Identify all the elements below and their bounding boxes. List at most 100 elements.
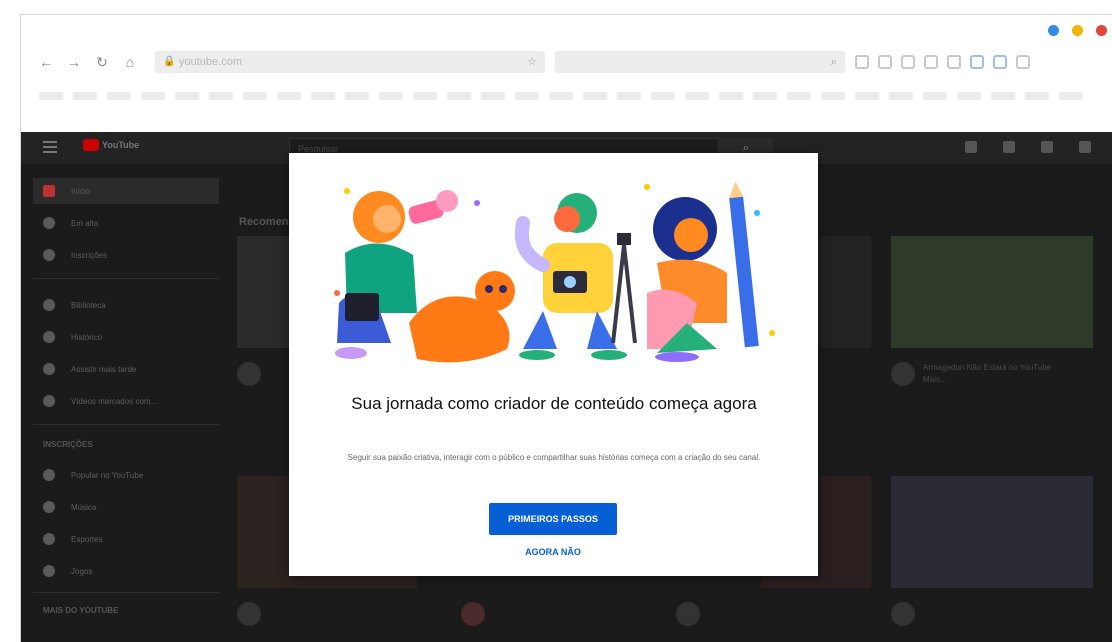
youtube-logo[interactable]: YouTube <box>83 139 139 151</box>
video-title-placeholder[interactable] <box>493 602 633 626</box>
create-video-icon[interactable] <box>965 141 977 153</box>
minimize-dot[interactable] <box>1048 25 1059 36</box>
channel-avatar[interactable] <box>237 602 261 626</box>
sidebar-item-label: Assistir mais tarde <box>71 364 137 374</box>
channel-avatar[interactable] <box>237 362 261 386</box>
bookmark-item[interactable] <box>311 92 335 100</box>
bookmark-item[interactable] <box>991 92 1015 100</box>
library-icon <box>43 299 55 311</box>
sidebar-item-label: Em alta <box>71 218 99 228</box>
sidebar-sub-music[interactable]: Música <box>33 494 219 520</box>
sidebar-item-label: Popular no YouTube <box>71 470 144 480</box>
sidebar-item-subscriptions[interactable]: Inscrições <box>33 242 219 268</box>
bookmark-item[interactable] <box>923 92 947 100</box>
not-now-link[interactable]: AGORA NÃO <box>489 547 617 557</box>
bookmark-item[interactable] <box>583 92 607 100</box>
video-meta: Armagedon Não Estará no YouTube Mais... <box>891 362 1063 386</box>
sidebar-item-home[interactable]: Início <box>33 178 219 204</box>
bookmark-item[interactable] <box>175 92 199 100</box>
notifications-icon[interactable] <box>1041 141 1053 153</box>
bookmark-item[interactable] <box>107 92 131 100</box>
video-title-placeholder[interactable] <box>269 602 409 626</box>
bookmark-item[interactable] <box>345 92 369 100</box>
sidebar-item-history[interactable]: Histórico <box>33 324 219 350</box>
home-icon <box>43 185 55 197</box>
star-icon[interactable]: ☆ <box>527 51 537 73</box>
bookmark-item[interactable] <box>481 92 505 100</box>
extension-icon[interactable] <box>924 55 938 69</box>
close-dot[interactable] <box>1096 25 1107 36</box>
bookmark-item[interactable] <box>651 92 675 100</box>
forward-icon[interactable]: → <box>63 51 85 73</box>
channel-avatar[interactable] <box>461 602 485 626</box>
hamburger-menu-icon[interactable] <box>43 141 57 153</box>
bookmark-item[interactable] <box>821 92 845 100</box>
extension-icon[interactable] <box>901 55 915 69</box>
subscriptions-icon <box>43 249 55 261</box>
sidebar-item-label: Esportes <box>71 534 103 544</box>
sidebar-item-library[interactable]: Biblioteca <box>33 292 219 318</box>
video-title[interactable]: Armagedon Não Estará no YouTube Mais... <box>923 362 1063 386</box>
bookmarks-bar <box>21 83 1112 109</box>
bookmark-item[interactable] <box>1025 92 1049 100</box>
sidebar-item-label: Biblioteca <box>71 300 106 310</box>
bookmark-item[interactable] <box>855 92 879 100</box>
bookmark-item[interactable] <box>209 92 233 100</box>
video-title-placeholder[interactable] <box>708 602 848 626</box>
sidebar-item-watch-later[interactable]: Assistir mais tarde <box>33 356 219 382</box>
extension-icon[interactable] <box>993 55 1007 69</box>
bookmark-item[interactable] <box>1059 92 1083 100</box>
bookmark-item[interactable] <box>141 92 165 100</box>
extension-icon[interactable] <box>855 55 869 69</box>
bookmark-item[interactable] <box>549 92 573 100</box>
avatar[interactable] <box>1079 141 1091 153</box>
extension-icon[interactable] <box>947 55 961 69</box>
youtube-logo-icon <box>83 139 99 151</box>
maximize-dot[interactable] <box>1072 25 1083 36</box>
bookmark-item[interactable] <box>685 92 709 100</box>
bookmark-item[interactable] <box>447 92 471 100</box>
extension-icon[interactable] <box>970 55 984 69</box>
video-thumbnail[interactable] <box>891 476 1093 588</box>
sidebar-sub-gaming[interactable]: Jogos <box>33 558 219 584</box>
bookmark-item[interactable] <box>39 92 63 100</box>
back-icon[interactable]: ← <box>35 51 57 73</box>
bookmark-item[interactable] <box>277 92 301 100</box>
sidebar-sub-popular[interactable]: Popular no YouTube <box>33 462 219 488</box>
extension-icon[interactable] <box>878 55 892 69</box>
video-thumbnail[interactable] <box>891 236 1093 348</box>
sidebar-item-trending[interactable]: Em alta <box>33 210 219 236</box>
sidebar-item-label: Jogos <box>71 566 93 576</box>
sidebar-divider <box>33 424 219 425</box>
reload-icon[interactable]: ↻ <box>91 51 113 73</box>
menu-icon[interactable] <box>1016 55 1030 69</box>
sidebar-divider <box>33 278 219 279</box>
trending-icon <box>43 217 55 229</box>
channel-avatar[interactable] <box>891 602 915 626</box>
bookmark-item[interactable] <box>243 92 267 100</box>
bookmark-item[interactable] <box>787 92 811 100</box>
video-title-placeholder[interactable] <box>923 602 1063 626</box>
bookmark-item[interactable] <box>889 92 913 100</box>
bookmark-item[interactable] <box>753 92 777 100</box>
bookmark-item[interactable] <box>515 92 539 100</box>
bookmark-item[interactable] <box>413 92 437 100</box>
browser-search-bar[interactable]: ⌕ <box>555 51 845 73</box>
channel-avatar[interactable] <box>676 602 700 626</box>
youtube-sidebar: Início Em alta Inscrições Biblioteca His… <box>21 164 221 642</box>
sidebar-item-liked[interactable]: Vídeos marcados com... <box>33 388 219 414</box>
address-bar[interactable]: 🔒 youtube.com ☆ <box>155 51 545 73</box>
bookmark-item[interactable] <box>719 92 743 100</box>
bookmark-item[interactable] <box>73 92 97 100</box>
bookmark-item[interactable] <box>957 92 981 100</box>
sidebar-item-label: Vídeos marcados com... <box>71 396 158 406</box>
sidebar-item-label: Música <box>71 502 97 512</box>
bookmark-item[interactable] <box>617 92 641 100</box>
channel-avatar[interactable] <box>891 362 915 386</box>
sidebar-sub-sports[interactable]: Esportes <box>33 526 219 552</box>
home-icon[interactable]: ⌂ <box>119 51 141 73</box>
get-started-button[interactable]: PRIMEIROS PASSOS <box>489 503 617 535</box>
bookmark-item[interactable] <box>379 92 403 100</box>
creators-illustration <box>334 181 775 363</box>
apps-icon[interactable] <box>1003 141 1015 153</box>
